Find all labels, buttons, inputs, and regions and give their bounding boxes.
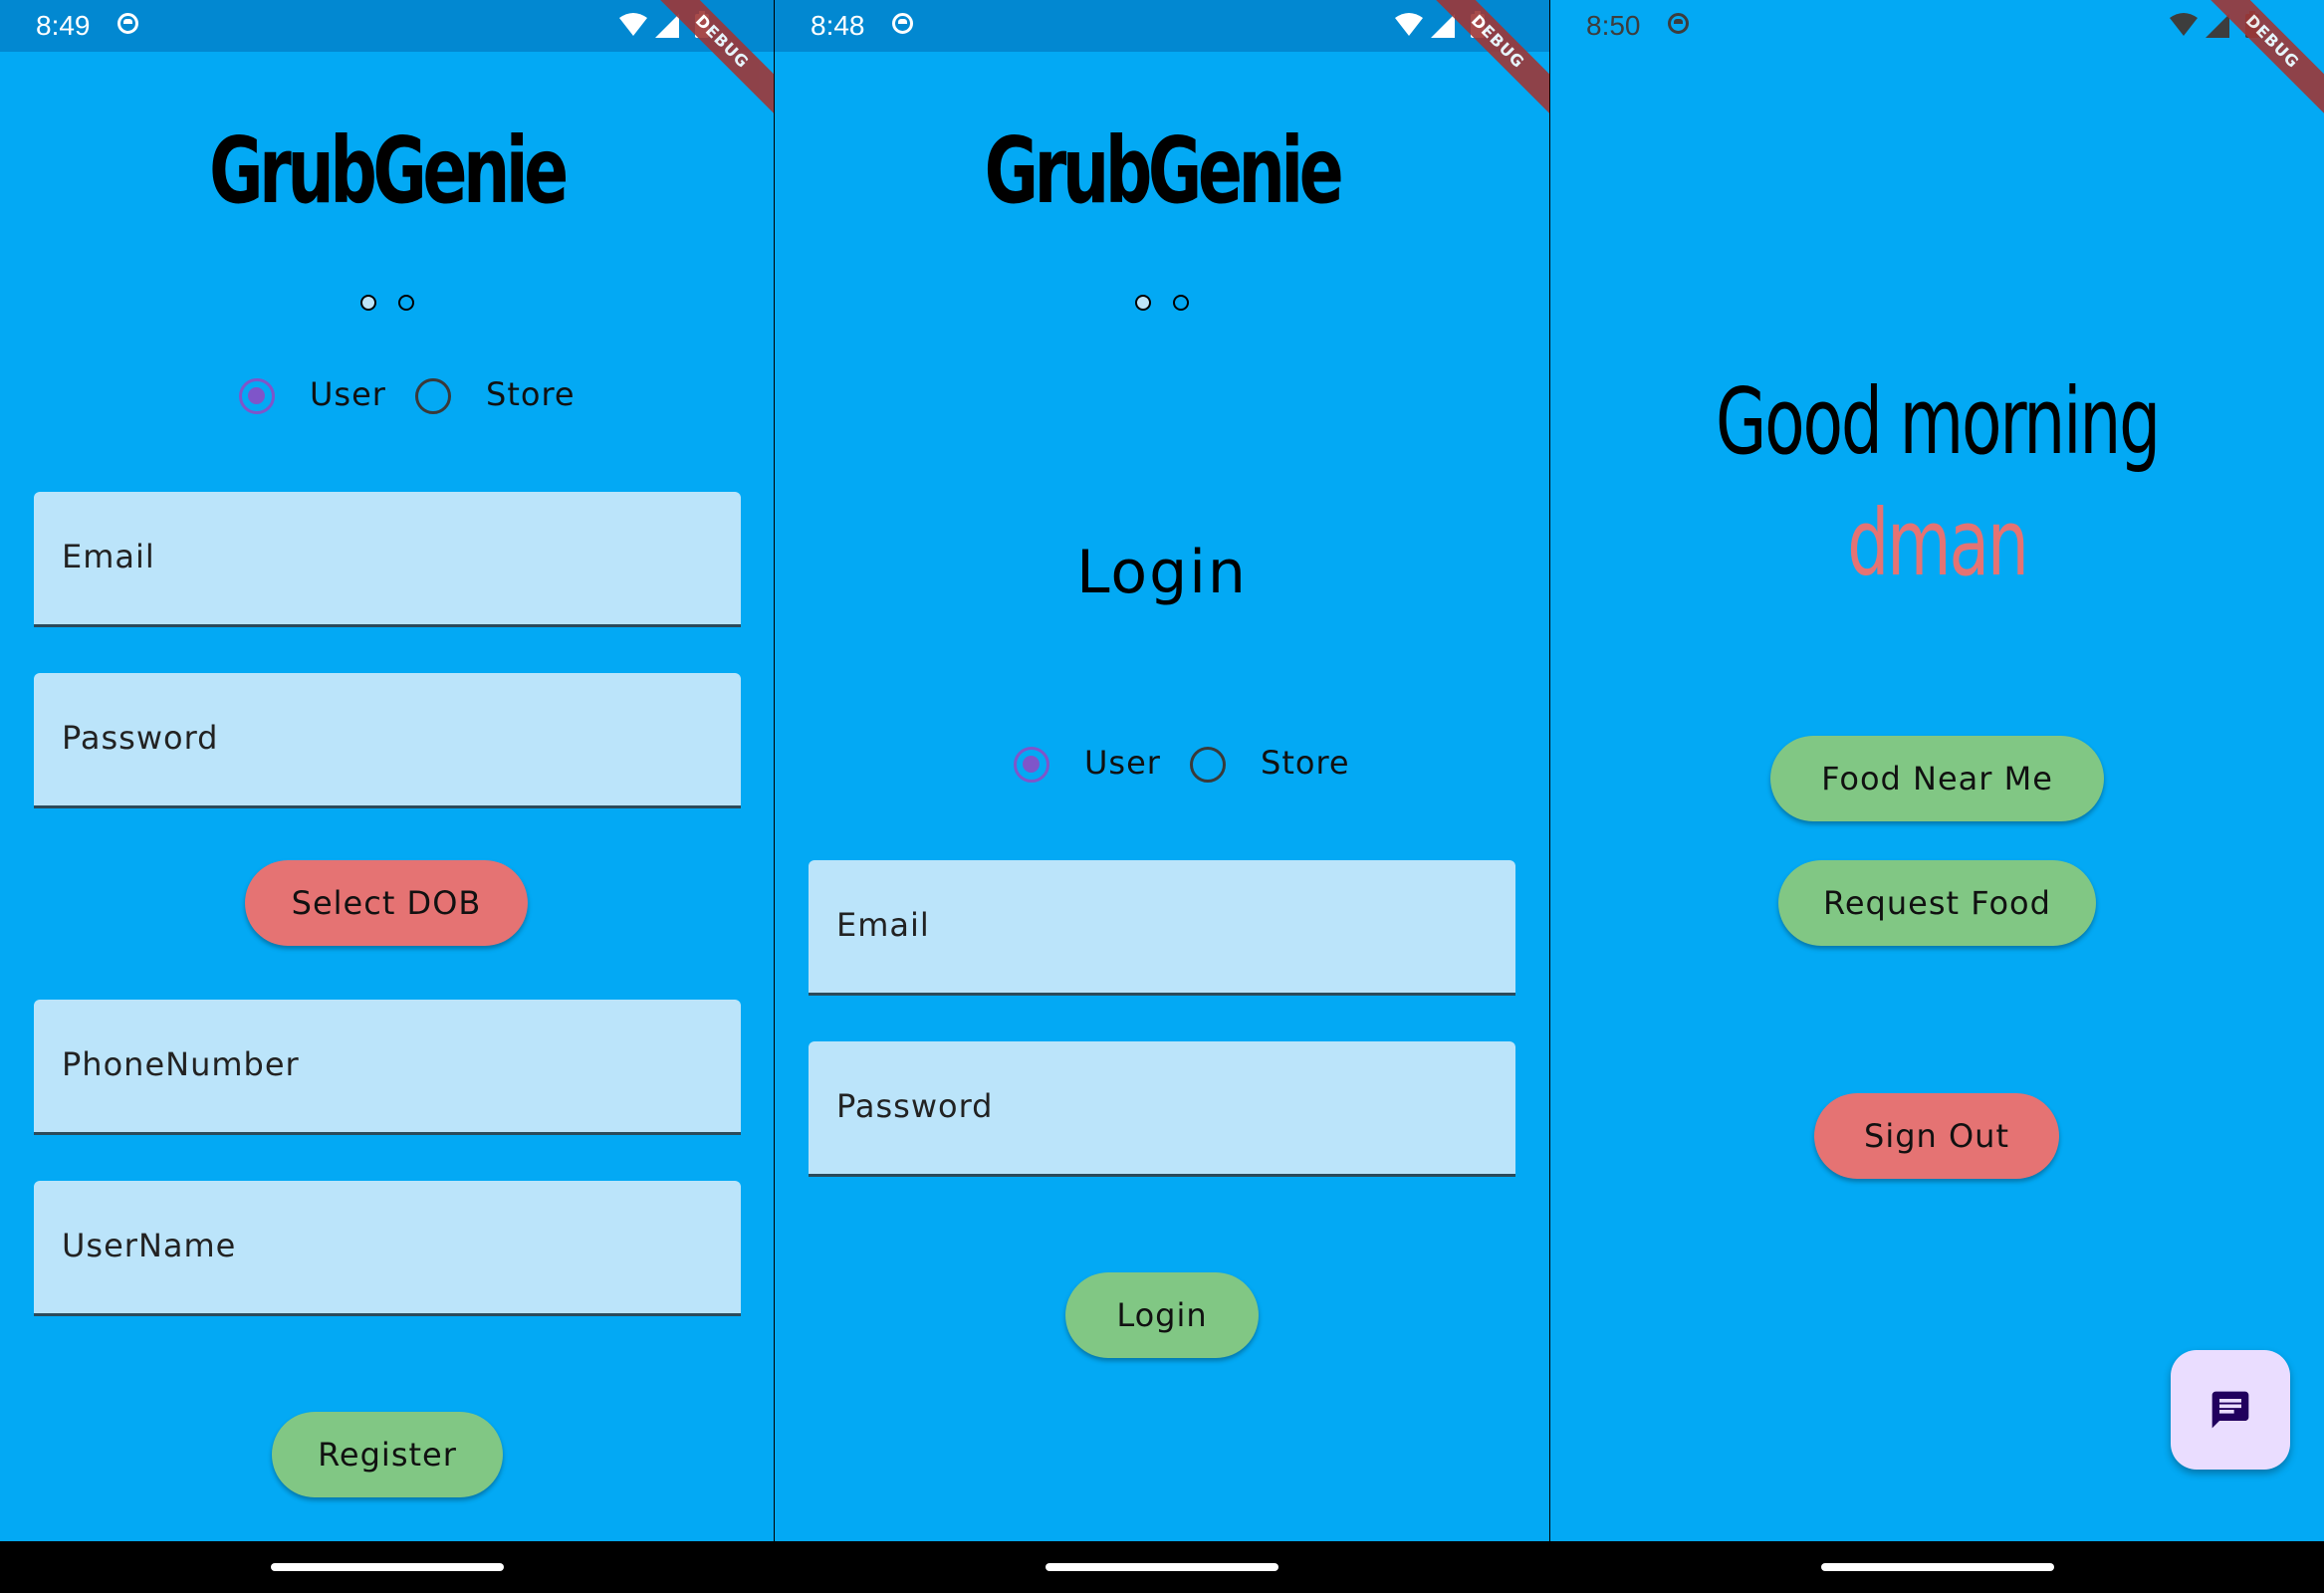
app-title: GrubGenie [209, 117, 569, 224]
page-indicator [775, 295, 1549, 317]
app-notification-icon [892, 13, 913, 34]
phone-number-field[interactable]: PhoneNumber [34, 1000, 741, 1135]
status-bar: 8:50 [1550, 0, 2324, 52]
password-field-label: Password [836, 1087, 994, 1125]
app-title: GrubGenie [984, 117, 1344, 224]
navigation-bar [0, 1541, 774, 1593]
request-food-button[interactable]: Request Food [1778, 860, 2096, 946]
email-field[interactable]: Email [34, 492, 741, 627]
chat-icon [2211, 1391, 2249, 1429]
signal-icon [1431, 14, 1455, 38]
password-field[interactable]: Password [34, 673, 741, 808]
radio-store-label[interactable]: Store [1261, 744, 1350, 782]
login-screen: 8:48 DEBUG GrubGenie Login User Store Em… [775, 0, 1549, 1593]
wifi-icon [1395, 13, 1423, 36]
radio-user[interactable] [1014, 747, 1049, 783]
page-dot[interactable] [397, 295, 414, 311]
app-notification-icon [1668, 13, 1689, 34]
home-screen: 8:50 DEBUG Good morning dman Food Near M… [1550, 0, 2324, 1593]
password-field[interactable]: Password [809, 1041, 1515, 1177]
radio-user-label[interactable]: User [1084, 744, 1161, 782]
signal-icon [2206, 14, 2229, 38]
radio-store[interactable] [415, 378, 451, 414]
food-near-me-button[interactable]: Food Near Me [1770, 736, 2104, 821]
page-dot[interactable] [359, 295, 376, 311]
status-bar: 8:49 [0, 0, 774, 52]
username-field[interactable]: UserName [34, 1181, 741, 1316]
status-time: 8:49 [36, 10, 91, 41]
password-field-label: Password [62, 719, 219, 757]
register-button[interactable]: Register [272, 1412, 503, 1497]
home-gesture-handle[interactable] [1046, 1563, 1278, 1571]
home-gesture-handle[interactable] [270, 1563, 504, 1571]
username-field-label: UserName [62, 1227, 237, 1264]
signal-icon [655, 14, 679, 38]
page-dot[interactable] [1173, 295, 1189, 311]
account-type-selector: User Store [0, 371, 774, 421]
wifi-icon [2170, 13, 2198, 36]
home-gesture-handle[interactable] [1820, 1563, 2054, 1571]
chat-fab-button[interactable] [2171, 1350, 2290, 1470]
phone-number-field-label: PhoneNumber [62, 1045, 300, 1083]
email-field-label: Email [62, 538, 155, 575]
status-time: 8:50 [1586, 10, 1641, 41]
register-screen: 8:49 DEBUG GrubGenie User Store Email Pa… [0, 0, 774, 1593]
greeting-text: Good morning [1715, 368, 2161, 475]
login-button[interactable]: Login [1065, 1272, 1259, 1358]
radio-store[interactable] [1190, 747, 1226, 783]
account-type-selector: User Store [775, 740, 1549, 790]
app-notification-icon [117, 13, 138, 34]
login-heading: Login [1076, 538, 1248, 607]
username-text: dman [1847, 490, 2029, 596]
radio-store-label[interactable]: Store [486, 375, 576, 413]
select-dob-button[interactable]: Select DOB [245, 860, 528, 946]
status-time: 8:48 [811, 10, 865, 41]
page-dot[interactable] [1135, 295, 1151, 311]
sign-out-button[interactable]: Sign Out [1814, 1093, 2059, 1179]
navigation-bar [1550, 1541, 2324, 1593]
radio-user-label[interactable]: User [310, 375, 386, 413]
navigation-bar [775, 1541, 1549, 1593]
email-field[interactable]: Email [809, 860, 1515, 996]
email-field-label: Email [836, 906, 930, 944]
page-indicator [0, 295, 774, 317]
radio-user[interactable] [239, 378, 275, 414]
status-bar: 8:48 [775, 0, 1549, 52]
wifi-icon [619, 13, 647, 36]
